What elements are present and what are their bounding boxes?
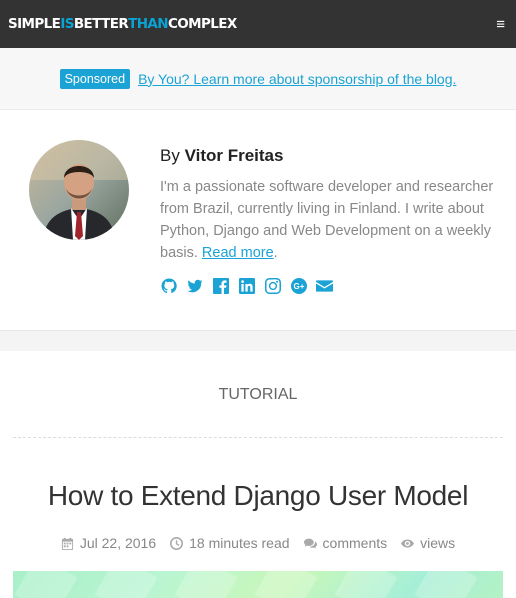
sponsored-badge: Sponsored [59,68,131,89]
views-text: views [420,535,456,551]
post-title[interactable]: How to Extend Django User Model [13,480,503,512]
linkedin-icon[interactable] [238,277,255,294]
read-more-link[interactable]: Read more [202,245,274,261]
github-icon[interactable] [160,277,177,294]
author-bio: I'm a passionate software developer and … [160,176,500,264]
clock-icon [170,536,184,550]
author-name[interactable]: Vitor Freitas [185,146,284,165]
author-info: By Vitor Freitas I'm a passionate softwa… [160,140,500,330]
brand-part: IS [60,16,74,32]
read-time-text: 18 minutes read [189,535,290,551]
eye-icon [401,538,415,548]
bio-period: . [273,245,278,261]
social-links: G+ [160,277,500,294]
by-label: By [160,146,180,165]
author-avatar [29,140,129,240]
sponsor-bar: Sponsored By You? Learn more about spons… [0,48,516,110]
post-comments[interactable]: comments [303,535,388,551]
calendar-icon [61,537,73,550]
sponsorship-link[interactable]: By You? Learn more about sponsorship of … [138,71,456,87]
post-views: views [401,535,455,551]
hamburger-menu-icon[interactable]: ≡ [496,17,505,32]
post-date-text: Jul 22, 2016 [79,535,157,551]
post-cover-image[interactable] [13,571,503,598]
author-byline: By Vitor Freitas [160,146,500,166]
facebook-icon[interactable] [212,277,229,294]
navbar: SIMPLE IS BETTER THAN COMPLEX ≡ [0,0,516,48]
twitter-icon[interactable] [186,277,203,294]
author-card: By Vitor Freitas I'm a passionate softwa… [0,110,516,331]
post-read-time: 18 minutes read [170,535,290,551]
post-date: Jul 22, 2016 [61,535,156,551]
brand-part: SIMPLE [8,16,61,32]
site-logo[interactable]: SIMPLE IS BETTER THAN COMPLEX [8,16,237,32]
svg-text:G+: G+ [293,282,304,291]
post-category[interactable]: TUTORIAL [13,351,503,438]
comments-text: comments [322,535,388,551]
comments-icon [303,538,317,548]
google-plus-icon[interactable]: G+ [290,277,307,294]
post-meta: Jul 22, 2016 18 minutes read comments vi… [13,535,503,551]
brand-part: COMPLEX [167,16,237,32]
instagram-icon[interactable] [264,277,281,294]
brand-part: THAN [128,16,168,32]
email-icon[interactable] [316,277,333,294]
brand-part: BETTER [73,16,129,32]
post-card: TUTORIAL How to Extend Django User Model… [0,351,516,598]
